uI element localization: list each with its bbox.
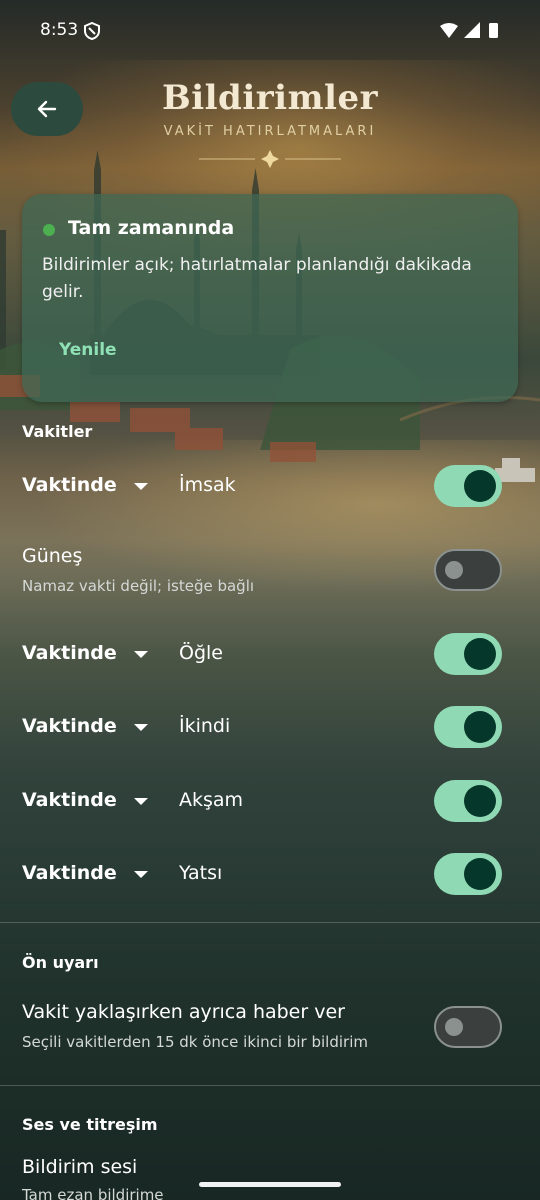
chevron-down-icon[interactable] [134,871,148,878]
status-card-title: Tam zamanında [68,217,235,239]
toggle-knob [464,858,496,890]
prayer-label-aksam: Akşam [179,789,244,811]
toggle-aksam[interactable] [434,780,502,822]
divider [0,922,540,923]
prayer-label-yatsi: Yatsı [179,862,223,884]
shield-icon [84,22,100,40]
toggle-knob [464,711,496,743]
page-title: Bildirimler [161,78,379,118]
timing-dropdown-ikindi[interactable]: Vaktinde [22,715,117,737]
chevron-down-icon[interactable] [134,798,148,805]
toggle-yatsi[interactable] [434,853,502,895]
toggle-ikindi[interactable] [434,706,502,748]
status-time: 8:53 [40,20,79,40]
toggle-knob [464,638,496,670]
toggle-knob [445,561,463,579]
status-icons [440,22,498,38]
section-title-pre-alert: Ön uyarı [22,953,99,972]
timing-dropdown-yatsi[interactable]: Vaktinde [22,862,117,884]
timing-dropdown-imsak[interactable]: Vaktinde [22,474,117,496]
divider [0,1085,540,1086]
screen: 8:53 Bildirimler VAKİT HATIRLATMALARI Ta… [0,0,540,1200]
chevron-down-icon[interactable] [134,483,148,490]
section-title-sound: Ses ve titreşim [22,1115,158,1134]
toggle-imsak[interactable] [434,465,502,507]
pre-alert-label: Vakit yaklaşırken ayrıca haber ver [22,1001,345,1023]
notification-sound-setting[interactable]: Bildirim sesi [22,1156,137,1178]
toggle-knob [464,470,496,502]
section-title-prayers: Vakitler [22,422,93,441]
timing-dropdown-aksam[interactable]: Vaktinde [22,789,117,811]
prayer-label-ikindi: İkindi [179,715,231,737]
toggle-ogle[interactable] [434,633,502,675]
gesture-bar[interactable] [199,1182,341,1187]
toggle-knob [464,785,496,817]
refresh-button[interactable]: Yenile [59,340,117,360]
toggle-gunes[interactable] [434,549,502,591]
toggle-pre-alert[interactable] [434,1006,502,1048]
prayer-label-imsak: İmsak [179,474,236,496]
wifi-icon [440,23,458,38]
status-bar: 8:53 [0,0,540,64]
status-dot [43,224,55,236]
chevron-down-icon[interactable] [134,651,148,658]
toggle-knob [445,1018,463,1036]
battery-icon [489,23,498,38]
chevron-down-icon[interactable] [134,724,148,731]
pre-alert-description: Seçili vakitlerden 15 dk önce ikinci bir… [22,1033,368,1051]
signal-icon [464,22,480,38]
prayer-note-gunes: Namaz vakti değil; isteğe bağlı [22,577,255,595]
page-subtitle: VAKİT HATIRLATMALARI [163,124,377,139]
prayer-label-ogle: Öğle [179,642,223,664]
ornament-divider-icon [199,150,341,168]
timing-dropdown-ogle[interactable]: Vaktinde [22,642,117,664]
prayer-label-gunes: Güneş [22,545,83,567]
notification-sound-description: Tam ezan bildirime [22,1186,164,1200]
status-card-body: Bildirimler açık; hatırlatmalar planland… [42,255,472,302]
status-card: Tam zamanında Bildirimler açık; hatırlat… [22,194,518,402]
